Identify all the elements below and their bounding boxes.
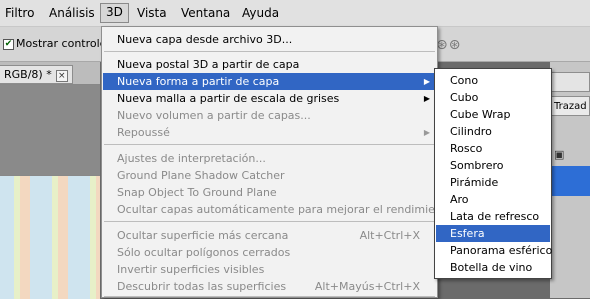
submenu-item-botella-de-vino[interactable]: Botella de vino xyxy=(436,259,550,276)
submenu-item-esfera[interactable]: Esfera xyxy=(436,225,550,242)
menu-filtro[interactable]: Filtro xyxy=(0,4,39,22)
submenu-item-rosco[interactable]: Rosco xyxy=(436,140,550,157)
submenu-item-cilindro[interactable]: Cilindro xyxy=(436,123,550,140)
right-panel: Trazad ▣ xyxy=(550,62,590,298)
submenu-item-piramide[interactable]: Pirámide xyxy=(436,174,550,191)
selected-layer-row[interactable] xyxy=(550,166,590,196)
menu-item-reveal-all-surfaces[interactable]: Descubrir todas las superficies Alt+Mayús… xyxy=(103,278,436,295)
lock-icon[interactable]: ▣ xyxy=(554,148,564,161)
menu-item-new-mesh-from-grayscale[interactable]: Nueva malla a partir de escala de grises… xyxy=(103,90,436,107)
menu-item-auto-hide-layers[interactable]: Ocultar capas automáticamente para mejor… xyxy=(103,201,453,218)
submenu-item-aro[interactable]: Aro xyxy=(436,191,550,208)
panel-tab-1[interactable] xyxy=(550,72,590,92)
3d-dropdown-menu: Nueva capa desde archivo 3D... Nueva pos… xyxy=(101,26,453,298)
map-image xyxy=(0,175,100,299)
document-tab-bar: RGB/8) * × xyxy=(0,62,100,85)
show-controls-checkbox[interactable]: ✔ xyxy=(3,39,14,50)
document-tab-title: RGB/8) * xyxy=(4,68,52,81)
menu-ventana[interactable]: Ventana xyxy=(176,4,235,22)
menu-item-new-postcard[interactable]: Nueva postal 3D a partir de capa xyxy=(103,56,436,73)
menu-item-ground-plane-shadow-catcher[interactable]: Ground Plane Shadow Catcher xyxy=(103,167,436,184)
submenu-arrow-icon: ▶ xyxy=(423,77,430,86)
menu-item-new-layer-from-3d-file[interactable]: Nueva capa desde archivo 3D... xyxy=(103,31,436,48)
submenu-item-lata-de-refresco[interactable]: Lata de refresco xyxy=(436,208,550,225)
shortcut-reveal-all: Alt+Mayús+Ctrl+X xyxy=(314,280,420,293)
submenu-arrow-icon: ▶ xyxy=(423,128,430,137)
menu-item-hide-nearest-surface[interactable]: Ocultar superficie más cercana Alt+Ctrl+X xyxy=(103,227,436,244)
submenu-item-sombrero[interactable]: Sombrero xyxy=(436,157,550,174)
menu-item-repousse[interactable]: Repoussé ▶ xyxy=(103,124,436,141)
menu-item-invert-visible-surfaces[interactable]: Invertir superficies visibles xyxy=(103,261,436,278)
submenu-item-cono[interactable]: Cono xyxy=(436,72,550,89)
close-icon[interactable]: × xyxy=(55,70,68,82)
submenu-item-cubo[interactable]: Cubo xyxy=(436,89,550,106)
menu-item-hide-enclosed-polygons[interactable]: Sólo ocultar polígonos cerrados xyxy=(103,244,436,261)
menu-item-snap-object-to-ground[interactable]: Snap Object To Ground Plane xyxy=(103,184,436,201)
shape-submenu: Cono Cubo Cube Wrap Cilindro Rosco Sombr… xyxy=(434,68,552,279)
menu-item-new-shape-from-layer[interactable]: Nueva forma a partir de capa ▶ xyxy=(103,73,436,90)
submenu-item-panorama-esferico[interactable]: Panorama esférico xyxy=(436,242,552,259)
menu-separator xyxy=(104,144,435,145)
submenu-item-cube-wrap[interactable]: Cube Wrap xyxy=(436,106,550,123)
menu-vista[interactable]: Vista xyxy=(132,4,172,22)
menu-ayuda[interactable]: Ayuda xyxy=(237,4,284,22)
document-tab[interactable]: RGB/8) * × xyxy=(0,65,73,84)
menu-separator xyxy=(104,221,435,222)
menu-separator xyxy=(104,296,435,297)
submenu-arrow-icon: ▶ xyxy=(423,94,430,103)
shortcut-hide-nearest: Alt+Ctrl+X xyxy=(359,229,420,242)
menu-analisis[interactable]: Análisis xyxy=(44,4,100,22)
menu-item-render-settings[interactable]: Ajustes de interpretación... xyxy=(103,150,436,167)
menu-bar: Filtro Análisis 3D Vista Ventana Ayuda xyxy=(0,0,590,27)
menu-3d[interactable]: 3D xyxy=(100,3,129,23)
panel-tab-paths[interactable]: Trazad xyxy=(550,96,590,116)
3d-tool-icons[interactable]: ⊛⊛ xyxy=(436,37,461,53)
menu-item-new-volume[interactable]: Nuevo volumen a partir de capas... xyxy=(103,107,436,124)
menu-separator xyxy=(104,51,435,52)
